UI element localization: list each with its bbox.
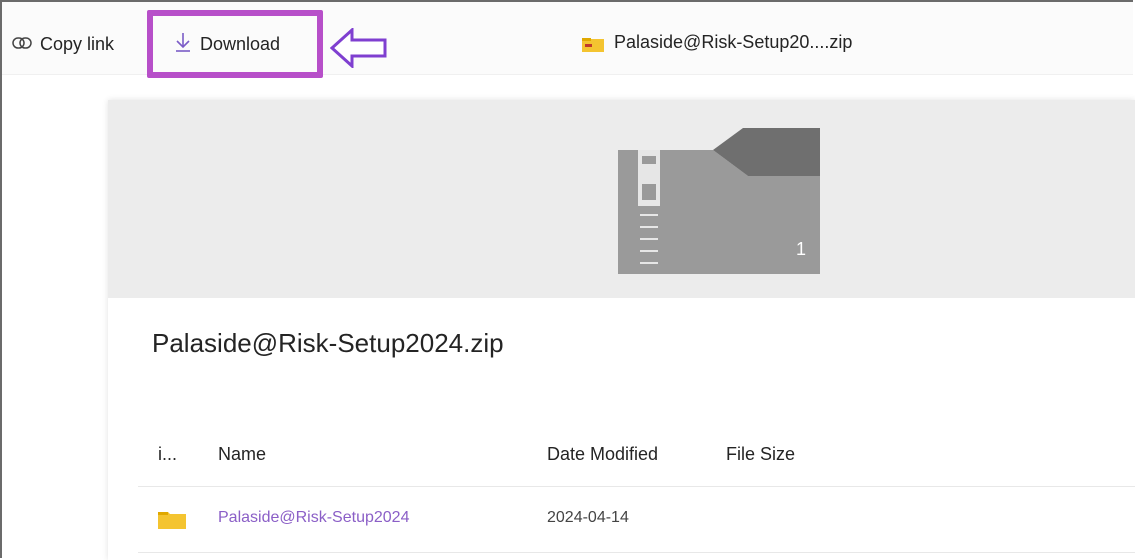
table-row[interactable]: Palaside@Risk-Setup2024 2024-04-14 [138,487,1135,553]
download-highlight-box [147,10,323,78]
preview-area: 1 [108,100,1135,298]
zip-file-icon [582,36,604,52]
file-title-text: Palaside@Risk-Setup20....zip [614,32,853,52]
file-title: Palaside@Risk-Setup20....zip [582,32,852,53]
link-icon [12,34,32,55]
folder-icon [158,509,186,534]
copy-link-label: Copy link [40,33,115,54]
copy-link-button[interactable]: Copy link [12,30,114,58]
column-header-file-size[interactable]: File Size [726,444,795,465]
file-preview-card: 1 Palaside@Risk-Setup2024.zip i... Name … [108,100,1135,560]
column-header-type[interactable]: i... [158,444,177,465]
row-date-modified: 2024-04-14 [547,509,629,526]
zip-folder-icon: 1 [618,128,820,274]
left-arrow-annotation-icon [330,28,387,68]
row-name-link[interactable]: Palaside@Risk-Setup2024 [218,509,409,527]
item-count: 1 [796,239,806,259]
row-divider [138,552,1135,553]
column-header-date-modified[interactable]: Date Modified [547,444,658,465]
column-header-name[interactable]: Name [218,444,266,465]
document-name: Palaside@Risk-Setup2024.zip [152,328,504,358]
